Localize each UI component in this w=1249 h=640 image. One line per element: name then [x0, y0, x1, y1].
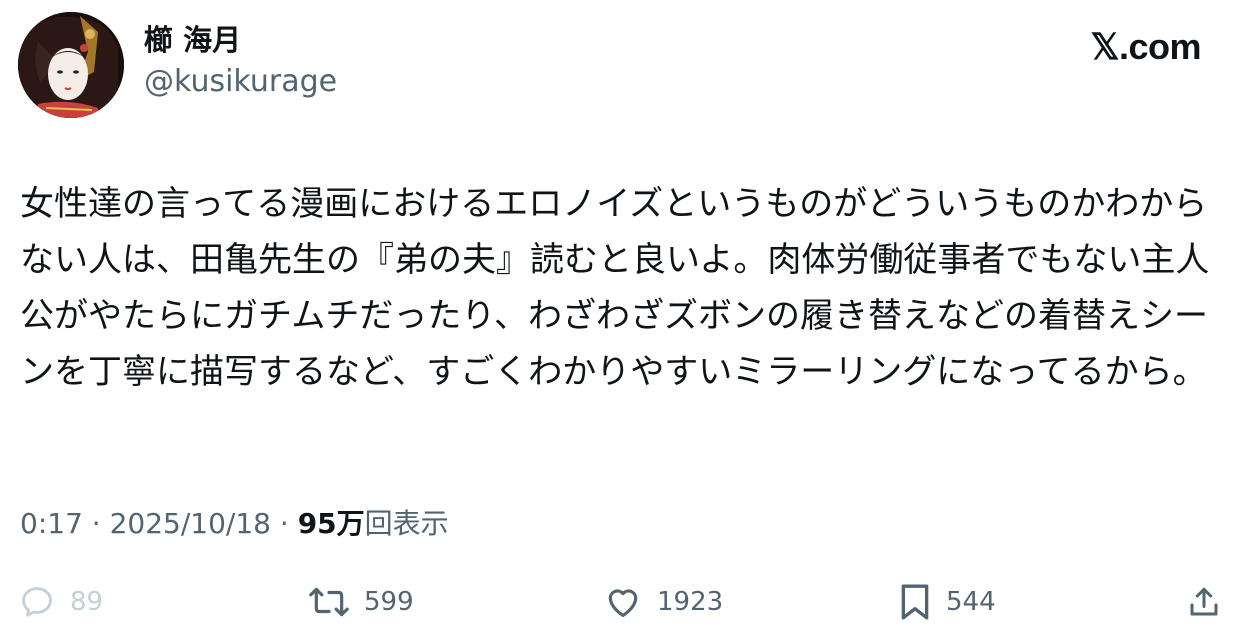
- avatar[interactable]: [18, 12, 124, 118]
- meta-separator: ·: [270, 507, 298, 540]
- retweet-icon: [309, 587, 349, 617]
- bookmark-icon: [901, 584, 929, 620]
- reply-button[interactable]: 89: [18, 578, 103, 626]
- tweet-header: 櫛 海月 @kusikurage 𝕏.com: [18, 12, 1231, 118]
- meta-separator: ·: [82, 507, 110, 540]
- tweet-date[interactable]: 2025/10/18: [110, 507, 271, 540]
- tweet-meta: 0:17 · 2025/10/18 · 95万回表示: [20, 504, 449, 544]
- bookmark-button[interactable]: 544: [898, 578, 996, 626]
- reply-count: 89: [70, 587, 104, 617]
- reply-icon: [22, 587, 52, 617]
- bookmark-count: 544: [946, 587, 996, 617]
- views-count[interactable]: 95万: [298, 507, 365, 540]
- action-bar: 89 599 1923 544: [0, 578, 1249, 626]
- tweet-text: 女性達の言ってる漫画におけるエロノイズというものがどういうものかわからない人は、…: [20, 184, 1210, 392]
- share-button[interactable]: [1186, 578, 1222, 626]
- x-logo: 𝕏.com: [1090, 26, 1201, 67]
- retweet-count: 599: [364, 587, 414, 617]
- user-block[interactable]: 櫛 海月 @kusikurage: [144, 22, 337, 102]
- share-icon: [1190, 587, 1218, 616]
- tweet-time[interactable]: 0:17: [20, 507, 83, 540]
- like-button[interactable]: 1923: [603, 578, 723, 626]
- user-handle[interactable]: @kusikurage: [144, 62, 337, 102]
- heart-icon: [608, 589, 638, 618]
- views-label: 回表示: [364, 507, 449, 540]
- like-count: 1923: [657, 587, 724, 617]
- retweet-button[interactable]: 599: [308, 578, 414, 626]
- avatar-image: [18, 12, 124, 118]
- display-name[interactable]: 櫛 海月: [144, 22, 337, 58]
